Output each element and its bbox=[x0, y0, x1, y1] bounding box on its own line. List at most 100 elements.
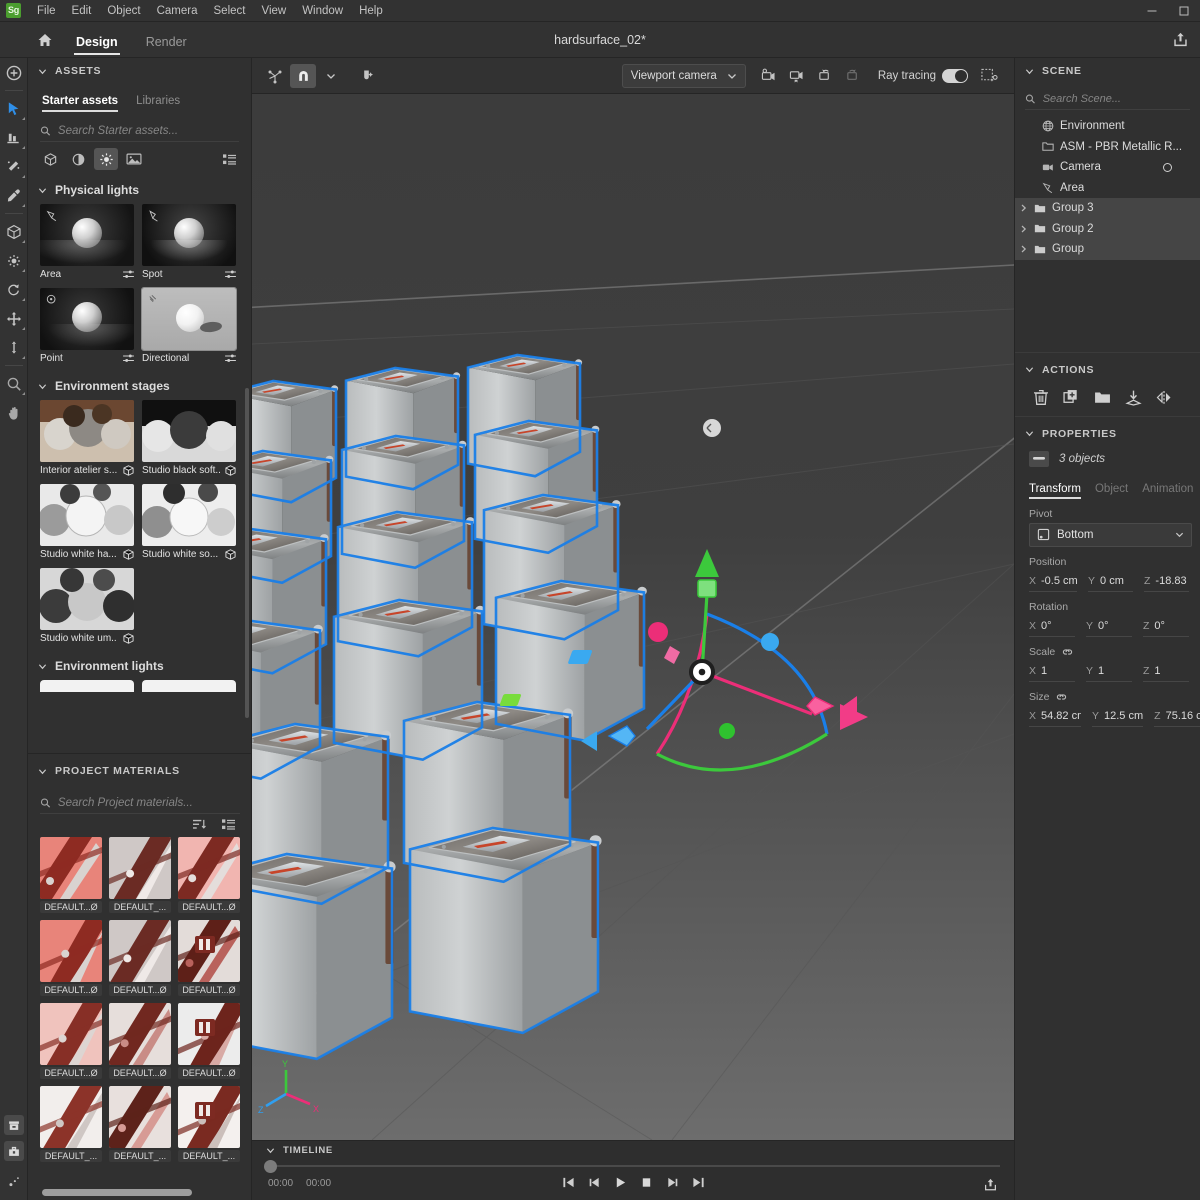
settings-icon[interactable] bbox=[123, 270, 134, 279]
section-environment-stages-header[interactable]: Environment stages bbox=[28, 374, 251, 398]
duplicate-button[interactable] bbox=[1063, 389, 1080, 406]
camera-undo-button[interactable] bbox=[812, 64, 838, 88]
position-y-field[interactable]: Y 0 cm bbox=[1088, 571, 1133, 592]
material-card[interactable]: DEFAULT...Ø bbox=[109, 920, 171, 996]
lights-filter-button[interactable] bbox=[94, 148, 118, 170]
scale-y-field[interactable]: Y1 bbox=[1086, 661, 1132, 682]
go-to-end-button[interactable] bbox=[692, 1176, 705, 1189]
select-tool[interactable] bbox=[0, 94, 28, 123]
subtab-libraries[interactable]: Libraries bbox=[136, 95, 180, 112]
asset-card-directional-light[interactable]: Directional bbox=[141, 287, 237, 364]
snapping-button[interactable] bbox=[290, 63, 316, 88]
align-tool[interactable] bbox=[0, 123, 28, 152]
scene-item-asm-material[interactable]: ASM - PBR Metallic R... bbox=[1015, 137, 1200, 158]
section-physical-lights-header[interactable]: Physical lights bbox=[28, 178, 251, 202]
tab-object[interactable]: Object bbox=[1095, 483, 1128, 499]
maximize-button[interactable] bbox=[1168, 0, 1200, 22]
next-frame-button[interactable] bbox=[666, 1176, 679, 1189]
properties-panel-header[interactable]: PROPERTIES bbox=[1015, 421, 1200, 447]
drop-to-floor-button[interactable] bbox=[1125, 389, 1142, 406]
viewport-3d-canvas[interactable]: X Y Z bbox=[252, 94, 1014, 1140]
rotation-x-field[interactable]: X 0° bbox=[1029, 616, 1075, 637]
position-x-field[interactable]: X -0.5 cm bbox=[1029, 571, 1077, 592]
expand-chevron-icon[interactable] bbox=[1019, 245, 1028, 253]
expand-chevron-icon[interactable] bbox=[1019, 225, 1028, 233]
menu-view[interactable]: View bbox=[253, 0, 294, 22]
delete-button[interactable] bbox=[1033, 389, 1049, 406]
home-button[interactable] bbox=[28, 22, 62, 58]
asset-card-area-light[interactable]: Area bbox=[40, 204, 134, 280]
minimize-button[interactable] bbox=[1136, 0, 1168, 22]
material-card[interactable]: DEFAULT...Ø bbox=[109, 1003, 171, 1079]
menu-help[interactable]: Help bbox=[351, 0, 391, 22]
material-card[interactable]: DEFAULT...Ø bbox=[178, 1003, 240, 1079]
eyedropper-tool[interactable] bbox=[0, 181, 28, 210]
models-filter-button[interactable] bbox=[38, 148, 62, 170]
assets-search-input[interactable] bbox=[57, 124, 239, 137]
link-icon[interactable] bbox=[1055, 693, 1068, 701]
metal-box[interactable] bbox=[409, 827, 602, 1033]
timeline-export-button[interactable] bbox=[983, 1177, 998, 1192]
snapping-dropdown-button[interactable] bbox=[318, 64, 344, 88]
previous-frame-button[interactable] bbox=[588, 1176, 601, 1189]
material-card[interactable]: DEFAULT...Ø bbox=[178, 920, 240, 996]
menu-file[interactable]: File bbox=[29, 0, 64, 22]
pan-tool[interactable] bbox=[0, 398, 28, 427]
asset-card-env-stage[interactable]: Studio white so... bbox=[142, 484, 236, 560]
rotation-y-field[interactable]: Y 0° bbox=[1086, 616, 1132, 637]
nodes-button[interactable] bbox=[0, 1167, 28, 1196]
menu-window[interactable]: Window bbox=[294, 0, 351, 22]
materials-horizontal-scrollbar[interactable] bbox=[42, 1189, 192, 1196]
timeline-track[interactable] bbox=[266, 1165, 1000, 1167]
add-tool[interactable] bbox=[0, 58, 28, 87]
visibility-toggle[interactable] bbox=[1163, 162, 1172, 172]
material-card[interactable]: DEFAULT_... bbox=[109, 1086, 171, 1162]
physics-button[interactable] bbox=[354, 64, 380, 88]
zoom-tool[interactable] bbox=[0, 369, 28, 398]
asset-card-point-light[interactable]: Point bbox=[40, 288, 134, 364]
materials-search-input[interactable] bbox=[57, 796, 240, 809]
share-button[interactable] bbox=[1160, 22, 1200, 58]
group-button[interactable] bbox=[1094, 390, 1111, 405]
transform-gizmo-button[interactable] bbox=[262, 64, 288, 88]
material-card[interactable]: DEFAULT_... bbox=[109, 837, 171, 913]
expand-chevron-icon[interactable] bbox=[1019, 204, 1028, 212]
settings-icon[interactable] bbox=[123, 354, 134, 363]
rotation-z-field[interactable]: Z 0° bbox=[1143, 616, 1189, 637]
scene-panel-header[interactable]: SCENE bbox=[1015, 58, 1200, 84]
section-environment-lights-header[interactable]: Environment lights bbox=[28, 654, 251, 678]
mirror-button[interactable] bbox=[1156, 389, 1172, 406]
ray-tracing-toggle[interactable] bbox=[942, 68, 968, 83]
material-card[interactable]: DEFAULT...Ø bbox=[178, 837, 240, 913]
scene-item-camera[interactable]: Camera bbox=[1015, 157, 1200, 178]
camera-redo-button[interactable] bbox=[840, 64, 866, 88]
assets-scrollbar[interactable] bbox=[245, 388, 249, 718]
subtab-starter-assets[interactable]: Starter assets bbox=[42, 95, 119, 112]
menu-select[interactable]: Select bbox=[206, 0, 254, 22]
size-z-field[interactable]: Z 75.16 c bbox=[1154, 706, 1200, 727]
asset-card-env-stage[interactable]: Interior atelier s... bbox=[40, 400, 134, 476]
scene-item-area-light[interactable]: Area bbox=[1015, 178, 1200, 199]
viewport-camera-select[interactable]: Viewport camera bbox=[621, 63, 746, 88]
asset-card-spot-light[interactable]: Spot bbox=[142, 204, 236, 280]
scene-item-environment[interactable]: Environment bbox=[1015, 116, 1200, 137]
scale-tool[interactable] bbox=[0, 333, 28, 362]
actions-panel-header[interactable]: ACTIONS bbox=[1015, 357, 1200, 383]
settings-icon[interactable] bbox=[225, 270, 236, 279]
asset-card-env-stage[interactable]: Studio black soft.. bbox=[142, 400, 236, 476]
magic-wand-tool[interactable] bbox=[0, 152, 28, 181]
tab-animation[interactable]: Animation bbox=[1142, 483, 1193, 499]
scene-item-group-3[interactable]: Group 3 bbox=[1015, 198, 1200, 219]
move-tool[interactable] bbox=[0, 304, 28, 333]
library-button[interactable] bbox=[3, 1115, 24, 1135]
link-icon[interactable] bbox=[1061, 648, 1074, 656]
menu-camera[interactable]: Camera bbox=[149, 0, 206, 22]
material-card[interactable]: DEFAULT...Ø bbox=[40, 1003, 102, 1079]
images-filter-button[interactable] bbox=[122, 148, 146, 170]
materials-filter-button[interactable] bbox=[66, 148, 90, 170]
menu-edit[interactable]: Edit bbox=[64, 0, 100, 22]
scene-item-group-2[interactable]: Group 2 bbox=[1015, 218, 1200, 239]
materials-view-button[interactable] bbox=[221, 818, 236, 831]
pivot-select[interactable]: Bottom bbox=[1029, 522, 1192, 547]
materials-sort-button[interactable] bbox=[192, 818, 207, 831]
